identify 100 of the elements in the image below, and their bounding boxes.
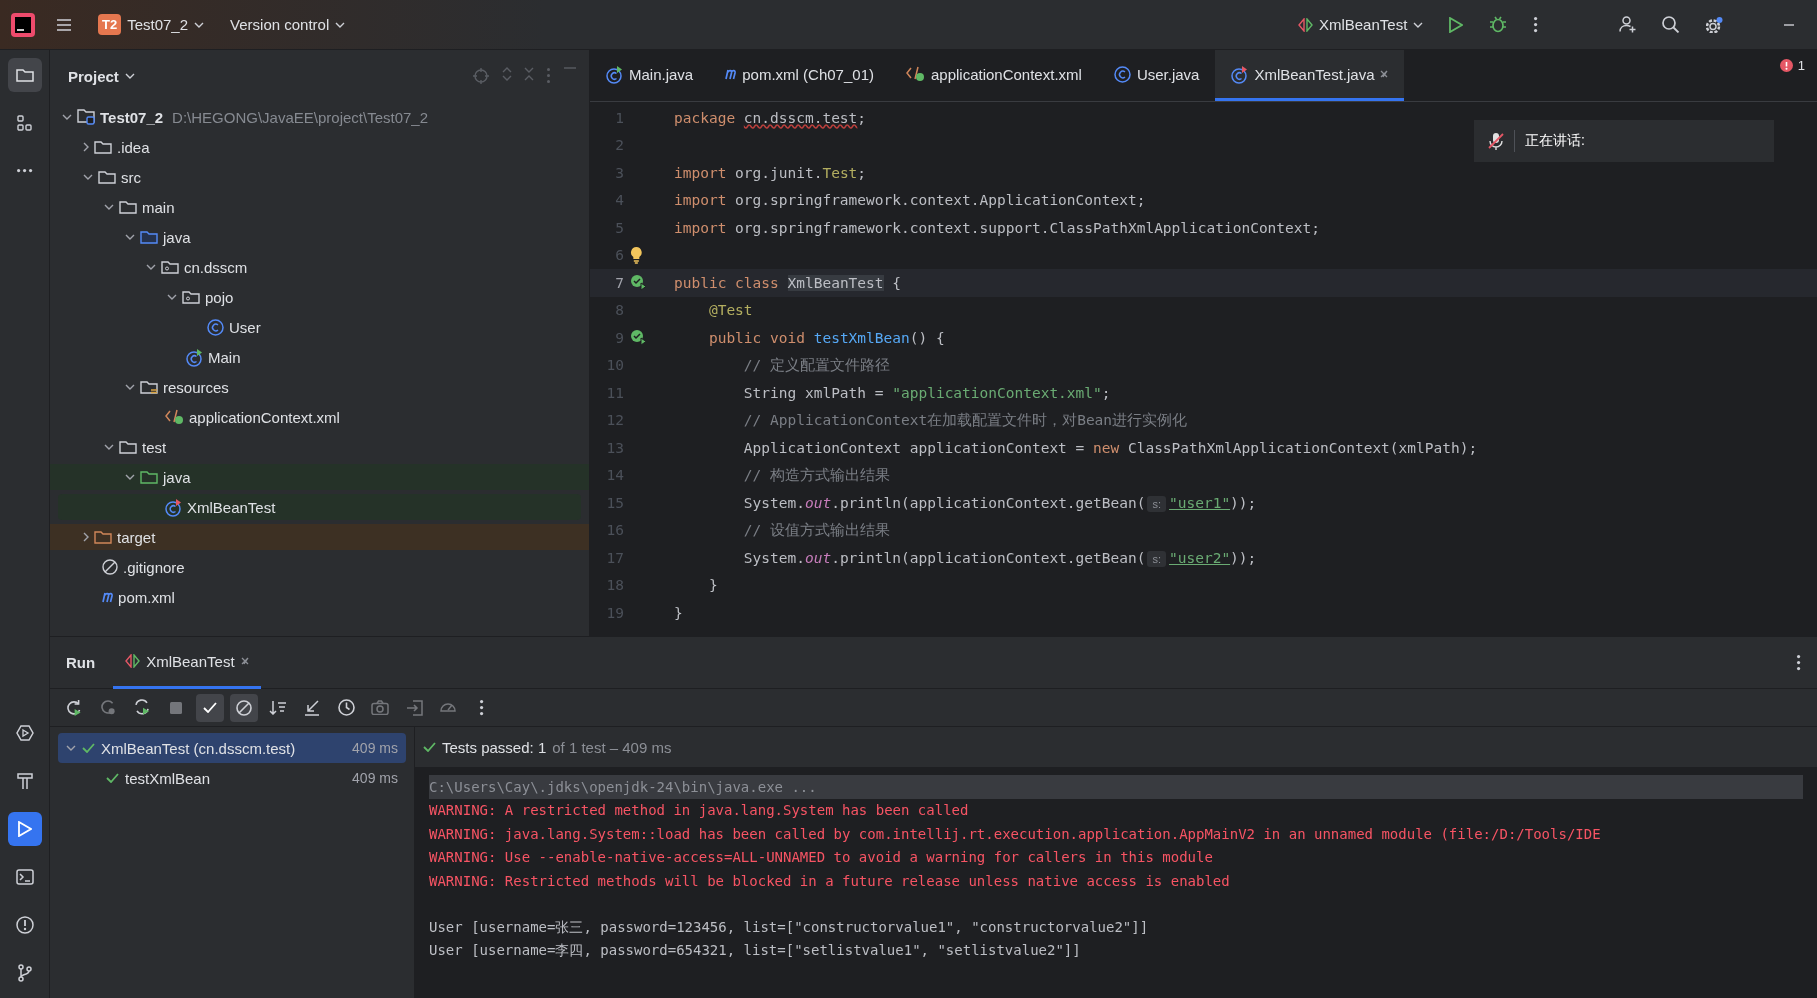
- gauge-icon: [440, 703, 456, 712]
- panel-title: Run: [66, 654, 96, 671]
- chevron-icon: [125, 234, 135, 240]
- parameter-hint: s:: [1147, 550, 1166, 567]
- tree-item[interactable]: src: [50, 164, 589, 190]
- class-icon: [186, 347, 203, 367]
- clock-icon: [337, 699, 355, 716]
- code-line: // 构造方式输出结果: [742, 465, 891, 485]
- settings-icon: [1705, 15, 1723, 34]
- folder-icon: [140, 230, 158, 244]
- console-line: User [username=张三, password=123456, list=["constructorvalue1", "constructorvalue2"]]: [429, 917, 1150, 937]
- rerun-icon: [100, 699, 116, 716]
- folder-icon: [140, 380, 158, 394]
- caret-icon: [1413, 21, 1424, 28]
- tree-item[interactable]: test: [50, 434, 589, 460]
- code-line: import org.springframework.context.ApplicationContext;: [674, 192, 1146, 209]
- chevron-icon: [125, 474, 135, 480]
- folder-icon: [94, 140, 112, 154]
- tree-item[interactable]: .gitignore: [50, 554, 589, 580]
- run-config-icon: [1297, 17, 1313, 32]
- project-selector[interactable]: T2 Test07_2: [92, 10, 211, 39]
- stop-icon: [169, 700, 183, 715]
- editor-tab[interactable]: applicationContext.xml: [889, 50, 1098, 101]
- tree-item[interactable]: applicationContext.xml: [50, 404, 589, 430]
- tree-item[interactable]: pojo: [50, 284, 589, 310]
- code-line: String xmlPath = "applicationContext.xml";: [742, 384, 1111, 401]
- code-line: // 设值方式输出结果: [742, 520, 891, 540]
- console-line: WARNING: A restricted method in java.lang.System has been called: [429, 801, 970, 821]
- code-line: // 定义配置文件路径: [742, 355, 891, 375]
- chevron-icon: [83, 142, 89, 152]
- test-duration: 409 ms: [352, 740, 398, 756]
- tree-item[interactable]: .idea: [50, 134, 589, 160]
- project-name: Test07_2: [127, 16, 189, 33]
- run-test-icon: [630, 274, 647, 292]
- console-line: WARNING: Restricted methods will be blocked in a future release unless native access is enabled: [429, 871, 1231, 891]
- panel-title[interactable]: Project: [62, 63, 141, 89]
- tree-item[interactable]: cn.dsscm: [50, 254, 589, 280]
- tree-item[interactable]: Test07_2 D:\HEGONG\JavaEE\project\Test07_2: [50, 104, 589, 130]
- add-user-icon: [1618, 15, 1636, 34]
- class-icon: [606, 64, 623, 84]
- problems-icon: [15, 916, 34, 934]
- test-summary: of 1 test – 409 ms: [552, 738, 672, 756]
- run-button[interactable]: [7, 812, 42, 846]
- chevron-icon: [167, 294, 177, 300]
- check-icon: [423, 742, 436, 752]
- tree-item[interactable]: User: [50, 314, 589, 340]
- xml-file-icon: [905, 66, 925, 82]
- chevron-icon: [66, 745, 76, 751]
- check-icon: [203, 702, 217, 713]
- more-icon: [1795, 653, 1801, 672]
- folder-icon: [94, 530, 112, 544]
- speaking-label: 正在讲话:: [1525, 132, 1585, 150]
- line-number: 7: [614, 274, 624, 291]
- vcs-menu[interactable]: Version control: [224, 12, 352, 37]
- test-item[interactable]: testXmlBean 409 ms: [58, 763, 406, 793]
- terminal-icon: [15, 869, 34, 885]
- tree-item[interactable]: XmlBeanTest: [58, 494, 581, 520]
- tree-item[interactable]: java: [50, 464, 589, 490]
- editor-tab[interactable]: Main.java: [590, 50, 710, 101]
- test-item[interactable]: XmlBeanTest (cn.dsscm.test) 409 ms: [58, 733, 406, 763]
- lightbulb-icon: [630, 246, 643, 265]
- check-button[interactable]: [196, 693, 224, 722]
- chevron-icon: [104, 444, 114, 450]
- folder-icon: [98, 170, 116, 184]
- folder-icon: [140, 470, 158, 484]
- module-icon: [77, 109, 95, 125]
- tree-item[interactable]: pom.xml: [50, 584, 589, 610]
- editor-tab[interactable]: XmlBeanTest.java: [1215, 50, 1405, 101]
- run-config-selector[interactable]: XmlBeanTest: [1291, 12, 1430, 37]
- run-icon: [17, 821, 32, 837]
- package-icon: [182, 290, 200, 304]
- chevron-icon: [125, 384, 135, 390]
- more-icon: [546, 67, 551, 84]
- code-line: System.out.println(applicationContext.getBean( s: "user1"));: [742, 494, 1257, 511]
- class-icon: [1113, 65, 1131, 83]
- test-name: testXmlBean: [125, 769, 211, 787]
- caret-icon: [194, 21, 205, 28]
- console-line: WARNING: Use --enable-native-access=ALL-UNNAMED to avoid a warning for callers in this module: [429, 848, 1214, 868]
- code-line: @Test: [707, 302, 753, 319]
- camera-icon: [371, 699, 389, 716]
- tree-item[interactable]: Main: [50, 344, 589, 370]
- app-logo-icon: [10, 11, 36, 38]
- code-line: import org.springframework.context.support.ClassPathXmlApplicationContext;: [674, 219, 1320, 236]
- editor-tab[interactable]: pom.xml (Ch07_01): [709, 50, 890, 101]
- tree-item[interactable]: java: [50, 224, 589, 250]
- ignored-button[interactable]: [230, 693, 258, 722]
- console-line: WARNING: java.lang.System::load has been called by com.intellij.rt.execution.application.AppMainV2 in an unnamed module (file:/D:/Tools/IDE: [429, 824, 1602, 844]
- tree-item[interactable]: target: [50, 524, 589, 550]
- more-icon: [1533, 15, 1539, 34]
- folder-button[interactable]: [7, 58, 42, 92]
- tree-item[interactable]: resources: [50, 374, 589, 400]
- code-line: public void testXmlBean() {: [707, 329, 945, 346]
- run-config-name: XmlBeanTest: [1318, 16, 1408, 33]
- module-path: D:\HEGONG\JavaEE\project\Test07_2: [172, 108, 429, 126]
- parameter-hint: s:: [1147, 495, 1166, 512]
- editor-tab[interactable]: User.java: [1097, 50, 1216, 101]
- run-tab[interactable]: XmlBeanTest: [113, 636, 261, 689]
- tree-item[interactable]: main: [50, 194, 589, 220]
- services-icon: [15, 725, 34, 741]
- code-line: import org.junit.Test;: [674, 164, 867, 181]
